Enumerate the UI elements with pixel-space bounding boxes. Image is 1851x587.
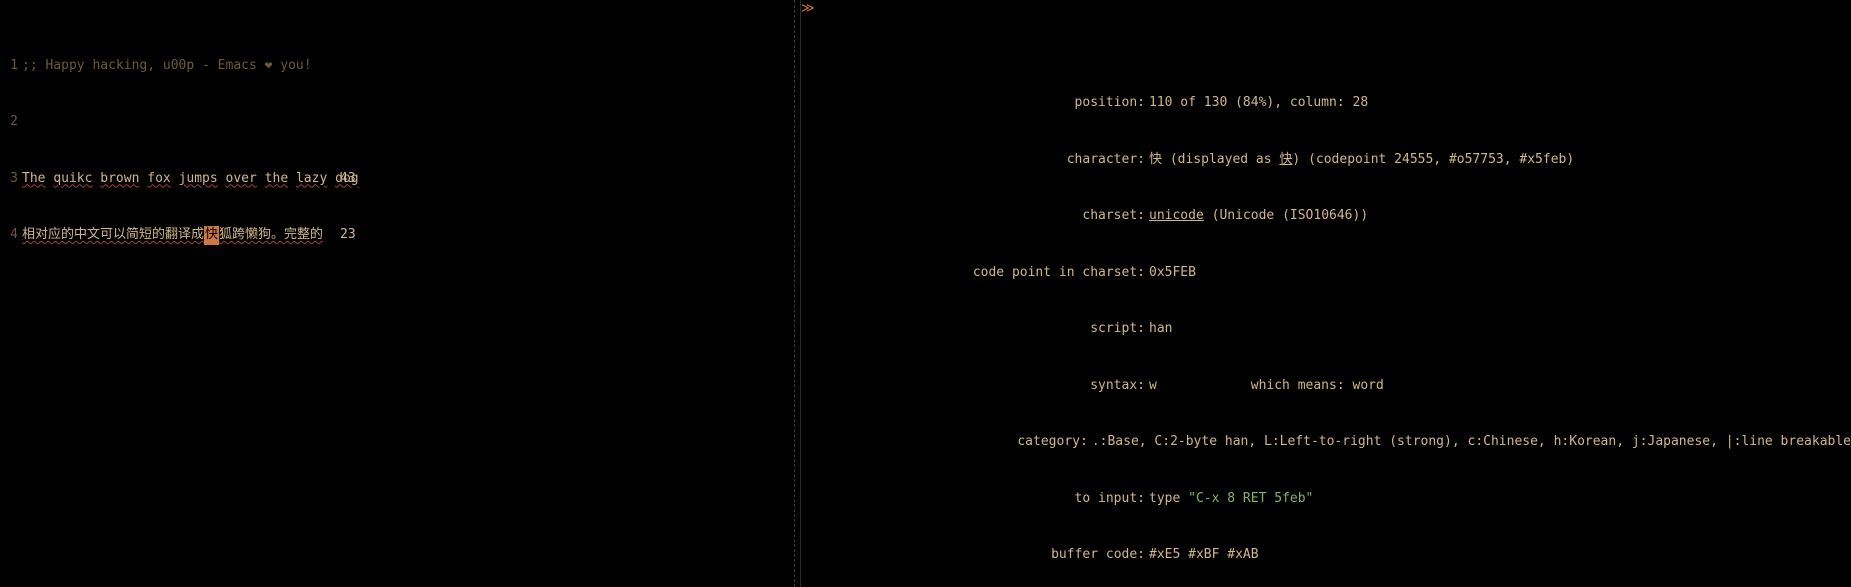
info-label: code point in charset: [809, 264, 1149, 283]
column-indicator: 43 [340, 170, 356, 189]
line-number: 4 [0, 226, 22, 245]
info-label: charset: [809, 207, 1149, 226]
info-label: position: [809, 94, 1149, 113]
info-label: character: [809, 151, 1149, 170]
info-value: .:Base, C:2-byte han, L:Left-to-right (s… [1092, 433, 1851, 452]
info-label: syntax: [809, 377, 1149, 396]
info-value: 快 (displayed as 快) (codepoint 24555, #o5… [1149, 151, 1574, 170]
info-label: script: [809, 320, 1149, 339]
char-link[interactable]: 快 [1279, 152, 1292, 167]
info-value: type "C-x 8 RET 5feb" [1149, 490, 1313, 509]
info-label: category: [809, 433, 1092, 452]
editor-pane[interactable]: 1 ;; Happy hacking, u00p - Emacs ❤ you! … [0, 0, 800, 587]
info-value: 0x5FEB [1149, 264, 1196, 283]
info-value: #xE5 #xBF #xAB [1149, 546, 1259, 565]
comment-text: ;; Happy hacking, u00p - Emacs ❤ you! [22, 57, 312, 76]
info-value: w which means: word [1149, 377, 1384, 396]
editor-text[interactable]: 相对应的中文可以简短的翻译成快狐跨懒狗。完整的 [22, 226, 323, 245]
info-label: to input: [809, 490, 1149, 509]
line-number: 3 [0, 170, 22, 189]
help-pane[interactable]: ≫ position:110 of 130 (84%), column: 28 … [800, 0, 1851, 587]
editor-text[interactable]: The quikc brown fox jumps over the lazy … [22, 170, 359, 189]
column-indicator: 23 [340, 226, 356, 245]
info-value: han [1149, 320, 1172, 339]
info-label: buffer code: [809, 546, 1149, 565]
line-number: 1 [0, 57, 22, 76]
line-number: 2 [0, 113, 22, 132]
cursor-char: 快 [204, 226, 219, 245]
charset-link[interactable]: unicode [1149, 208, 1204, 223]
info-value: 110 of 130 (84%), column: 28 [1149, 94, 1368, 113]
info-value: unicode (Unicode (ISO10646)) [1149, 207, 1368, 226]
fringe-indicator-icon: ≫ [801, 0, 815, 19]
fill-column-indicator [794, 0, 795, 587]
